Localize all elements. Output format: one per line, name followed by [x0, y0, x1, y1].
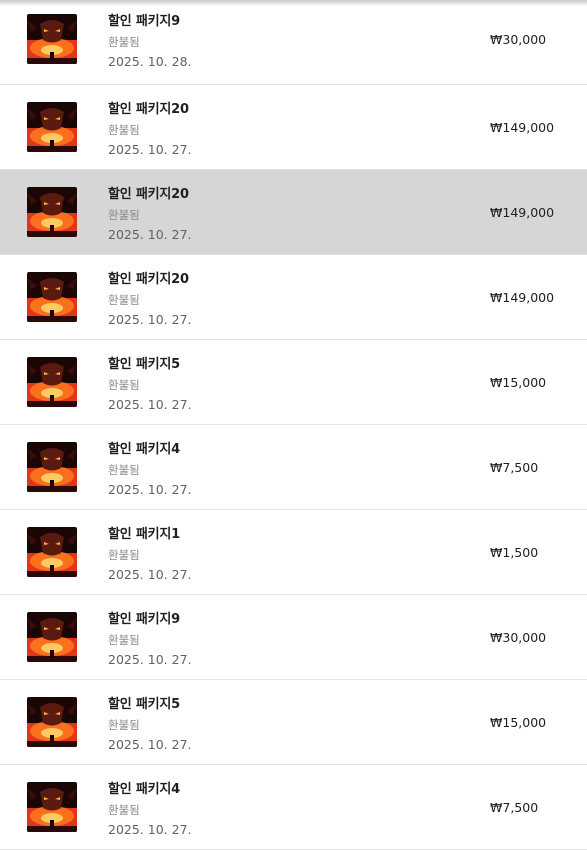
game-app-icon	[27, 14, 77, 64]
purchase-row-8[interactable]: 할인 패키지9 환불됨 2025. 10. 27. ₩30,000	[0, 595, 587, 680]
purchase-date: 2025. 10. 27.	[108, 227, 192, 242]
purchase-row-3[interactable]: 할인 패키지20 환불됨 2025. 10. 27. ₩149,000	[0, 170, 587, 255]
purchase-date: 2025. 10. 27.	[108, 397, 192, 412]
purchase-date: 2025. 10. 27.	[108, 822, 192, 837]
purchase-status: 환불됨	[108, 633, 140, 647]
purchase-row-4[interactable]: 할인 패키지20 환불됨 2025. 10. 27. ₩149,000	[0, 255, 587, 340]
purchase-title: 할인 패키지4	[108, 442, 180, 457]
purchase-date: 2025. 10. 28.	[108, 54, 192, 69]
purchase-price: ₩7,500	[490, 460, 539, 475]
game-app-icon	[27, 697, 77, 747]
game-app-icon	[27, 187, 77, 237]
purchase-title: 할인 패키지5	[108, 357, 180, 372]
purchase-status: 환불됨	[108, 548, 140, 562]
purchase-price: ₩15,000	[490, 715, 547, 730]
purchase-price: ₩149,000	[490, 205, 555, 220]
purchase-status: 환불됨	[108, 803, 140, 817]
game-app-icon	[27, 357, 77, 407]
purchase-price: ₩1,500	[490, 545, 539, 560]
purchase-price: ₩15,000	[490, 375, 547, 390]
purchase-list: 할인 패키지9 환불됨 2025. 10. 28. ₩30,000 할인 패키지…	[0, 0, 587, 850]
purchase-status: 환불됨	[108, 378, 140, 392]
purchase-row-6[interactable]: 할인 패키지4 환불됨 2025. 10. 27. ₩7,500	[0, 425, 587, 510]
purchase-date: 2025. 10. 27.	[108, 142, 192, 157]
purchase-price: ₩7,500	[490, 800, 539, 815]
purchase-title: 할인 패키지9	[108, 612, 180, 627]
purchase-date: 2025. 10. 27.	[108, 312, 192, 327]
purchase-row-9[interactable]: 할인 패키지5 환불됨 2025. 10. 27. ₩15,000	[0, 680, 587, 765]
purchase-status: 환불됨	[108, 718, 140, 732]
purchase-title: 할인 패키지20	[108, 187, 189, 202]
purchase-row-10[interactable]: 할인 패키지4 환불됨 2025. 10. 27. ₩7,500	[0, 765, 587, 850]
purchase-title: 할인 패키지9	[108, 14, 180, 29]
game-app-icon	[27, 272, 77, 322]
purchase-status: 환불됨	[108, 35, 140, 49]
purchase-status: 환불됨	[108, 463, 140, 477]
purchase-price: ₩149,000	[490, 120, 555, 135]
purchase-row-7[interactable]: 할인 패키지1 환불됨 2025. 10. 27. ₩1,500	[0, 510, 587, 595]
game-app-icon	[27, 612, 77, 662]
purchase-title: 할인 패키지20	[108, 102, 189, 117]
purchase-title: 할인 패키지4	[108, 782, 180, 797]
purchase-row-5[interactable]: 할인 패키지5 환불됨 2025. 10. 27. ₩15,000	[0, 340, 587, 425]
game-app-icon	[27, 442, 77, 492]
game-app-icon	[27, 782, 77, 832]
game-app-icon	[27, 527, 77, 577]
purchase-title: 할인 패키지20	[108, 272, 189, 287]
purchase-date: 2025. 10. 27.	[108, 652, 192, 667]
purchase-status: 환불됨	[108, 293, 140, 307]
purchase-status: 환불됨	[108, 123, 140, 137]
purchase-price: ₩149,000	[490, 290, 555, 305]
purchase-date: 2025. 10. 27.	[108, 482, 192, 497]
game-app-icon	[27, 102, 77, 152]
purchase-row-1[interactable]: 할인 패키지9 환불됨 2025. 10. 28. ₩30,000	[0, 0, 587, 85]
purchase-date: 2025. 10. 27.	[108, 567, 192, 582]
purchase-price: ₩30,000	[490, 32, 547, 47]
purchase-title: 할인 패키지1	[108, 527, 180, 542]
purchase-title: 할인 패키지5	[108, 697, 180, 712]
purchase-status: 환불됨	[108, 208, 140, 222]
purchase-row-2[interactable]: 할인 패키지20 환불됨 2025. 10. 27. ₩149,000	[0, 85, 587, 170]
purchase-date: 2025. 10. 27.	[108, 737, 192, 752]
purchase-price: ₩30,000	[490, 630, 547, 645]
